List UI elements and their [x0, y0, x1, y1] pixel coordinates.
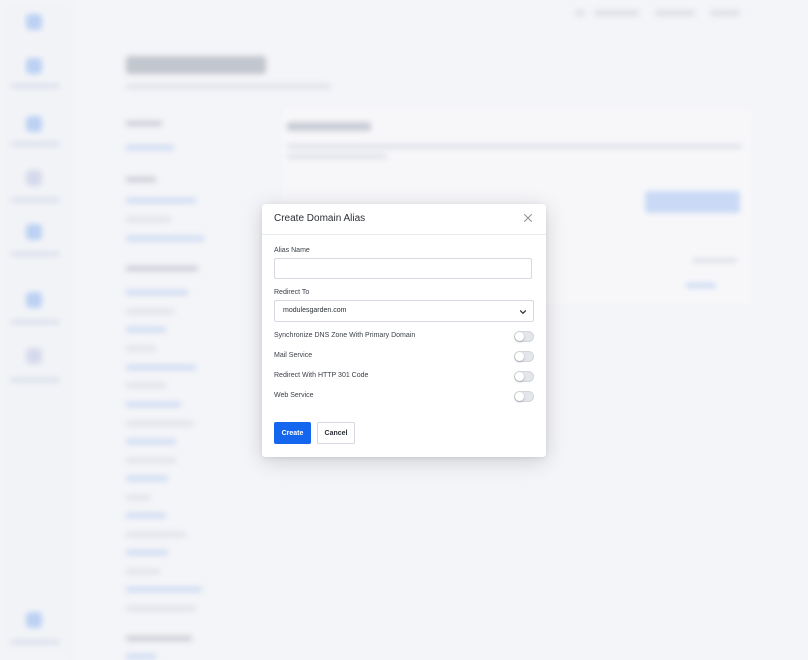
cancel-button[interactable]: Cancel — [317, 422, 355, 444]
toggle-knob — [515, 352, 524, 361]
sync-dns-zone-label: Synchronize DNS Zone With Primary Domain — [274, 332, 416, 339]
redirect-301-toggle[interactable] — [514, 371, 534, 382]
toggle-knob — [515, 392, 524, 401]
close-icon[interactable] — [522, 212, 534, 224]
create-domain-alias-modal: Create Domain Alias Alias Name Redirect … — [262, 204, 546, 457]
toggle-knob — [515, 332, 524, 341]
web-service-label: Web Service — [274, 392, 314, 399]
redirect-to-select[interactable]: modulesgarden.com — [274, 300, 534, 322]
redirect-to-label: Redirect To — [274, 289, 310, 296]
mail-service-toggle[interactable] — [514, 351, 534, 362]
toggle-knob — [515, 372, 524, 381]
alias-name-label: Alias Name — [274, 247, 310, 254]
web-service-toggle[interactable] — [514, 391, 534, 402]
alias-name-input[interactable] — [274, 258, 532, 279]
sync-dns-zone-toggle[interactable] — [514, 331, 534, 342]
redirect-301-label: Redirect With HTTP 301 Code — [274, 372, 369, 379]
modal-title: Create Domain Alias — [274, 213, 366, 224]
modal-header: Create Domain Alias — [262, 204, 546, 235]
page: Create Domain Alias Alias Name Redirect … — [0, 0, 808, 660]
chevron-down-icon — [519, 310, 527, 314]
create-button[interactable]: Create — [274, 422, 311, 444]
redirect-to-selected-value: modulesgarden.com — [283, 307, 347, 314]
mail-service-label: Mail Service — [274, 352, 313, 359]
